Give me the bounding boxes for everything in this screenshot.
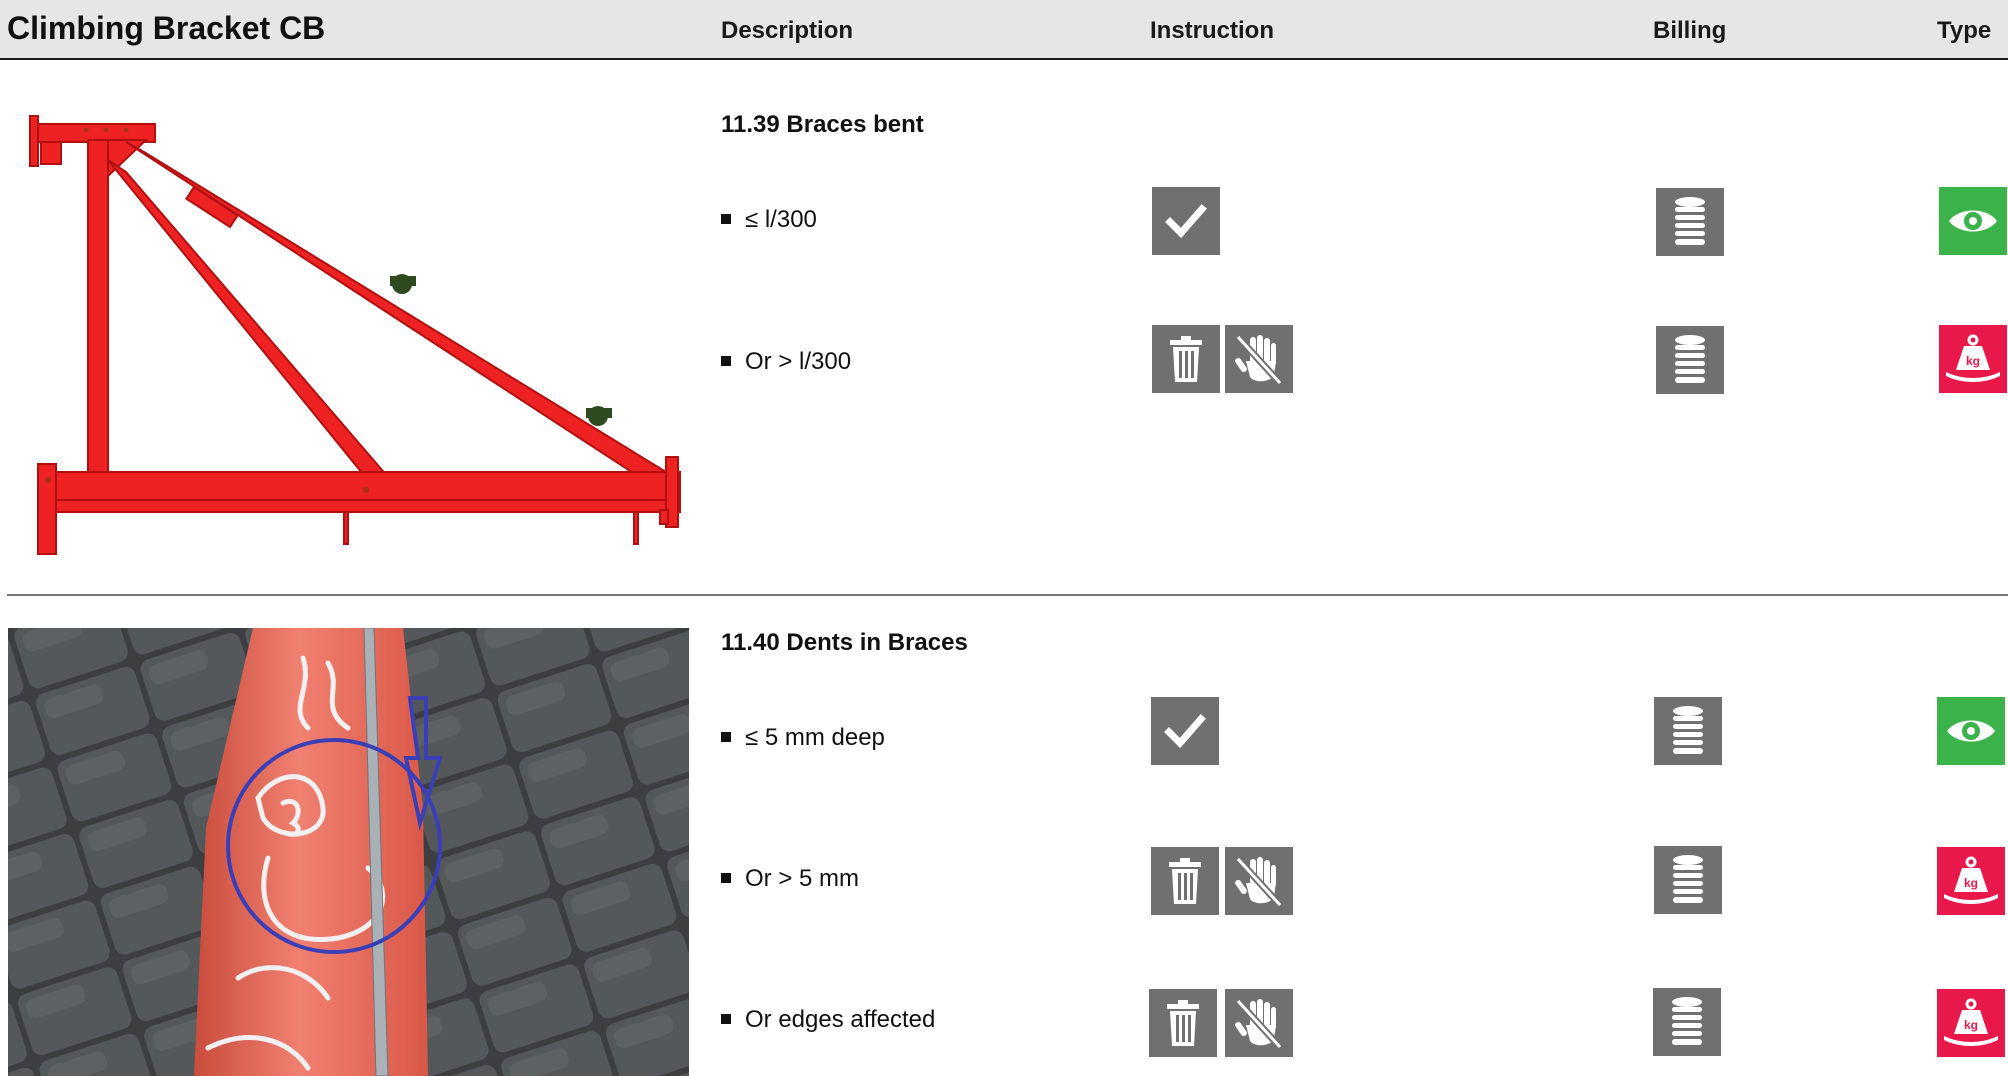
column-header-billing: Billing [1653, 17, 1727, 44]
trash-icon [1149, 989, 1217, 1057]
item-label: Or > 5 mm [745, 865, 860, 892]
column-header-type: Type [1937, 17, 1992, 44]
no-touch-icon [1225, 989, 1293, 1057]
no-touch-icon [1225, 325, 1293, 393]
no-touch-icon [1225, 847, 1293, 915]
check-icon [1151, 697, 1219, 765]
trash-icon [1151, 847, 1219, 915]
bullet-icon [721, 213, 731, 224]
table-header: Climbing Bracket CB Description Instruct… [0, 0, 2008, 60]
coin-stack-icon [1654, 697, 1722, 765]
svg-text:kg: kg [1964, 1018, 1978, 1032]
weight-kg-icon: kg [1937, 989, 2005, 1057]
section-divider [7, 594, 2008, 596]
section-title: 11.40 Dents in Braces [721, 629, 968, 656]
coin-stack-icon [1653, 988, 1721, 1056]
list-item: Or edges affected [721, 1006, 935, 1034]
list-item: ≤ 5 mm deep [721, 724, 885, 752]
eye-icon [1939, 187, 2007, 255]
eye-icon [1937, 697, 2005, 765]
column-header-instruction: Instruction [1150, 17, 1274, 44]
item-label: Or > l/300 [745, 348, 852, 375]
list-item: ≤ l/300 [721, 206, 817, 234]
item-label: ≤ l/300 [745, 206, 817, 233]
item-label: ≤ 5 mm deep [745, 724, 885, 751]
page-title: Climbing Bracket CB [7, 10, 326, 46]
list-item: Or > 5 mm [721, 865, 859, 893]
coin-stack-icon [1656, 326, 1724, 394]
item-label: Or edges affected [745, 1006, 936, 1033]
trash-icon [1152, 325, 1220, 393]
climbing-bracket-drawing [26, 112, 690, 562]
bullet-icon [721, 872, 731, 883]
weight-kg-icon: kg [1939, 325, 2007, 393]
svg-text:kg: kg [1966, 354, 1980, 368]
bullet-icon [721, 355, 731, 366]
list-item: Or > l/300 [721, 348, 851, 376]
coin-stack-icon [1656, 188, 1724, 256]
weight-kg-icon: kg [1937, 847, 2005, 915]
section-title: 11.39 Braces bent [721, 111, 924, 138]
bullet-icon [721, 1013, 731, 1024]
column-header-description: Description [721, 17, 854, 44]
bullet-icon [721, 731, 731, 742]
check-icon [1152, 187, 1220, 255]
dented-brace-photo [8, 628, 689, 1076]
svg-text:kg: kg [1964, 876, 1978, 890]
coin-stack-icon [1654, 846, 1722, 914]
